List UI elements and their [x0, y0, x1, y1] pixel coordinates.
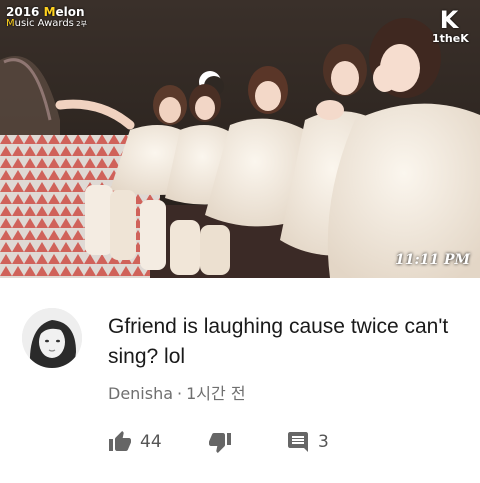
thumbs-up-icon: [109, 431, 131, 451]
comment-time: 1시간 전: [186, 384, 246, 403]
video-timestamp: 11:11 PM: [394, 252, 470, 268]
reply-count: 3: [318, 432, 329, 452]
comment-icon: [288, 432, 308, 452]
channel-logo-glyph: K: [439, 6, 459, 34]
comment-text: Gfriend is laughing cause twice can't si…: [108, 315, 449, 368]
like-count: 44: [140, 432, 162, 452]
meta-separator: ·: [177, 384, 183, 403]
channel-logo-text: 1theK: [432, 32, 469, 45]
avatar-image: [22, 308, 82, 368]
comment-item: Gfriend is laughing cause twice can't si…: [0, 278, 480, 483]
channel-logo: K 1theK: [432, 6, 469, 45]
video-frame: [0, 0, 480, 278]
event-logo: 2016 Melon Music Awards 2부: [6, 5, 88, 29]
like-button[interactable]: 44: [108, 428, 162, 456]
reply-button[interactable]: 3: [286, 428, 329, 456]
thumbs-down-icon: [209, 433, 231, 453]
dislike-button[interactable]: [208, 428, 232, 456]
avatar[interactable]: [22, 308, 82, 368]
comment-meta: Denisha · 1시간 전: [108, 380, 246, 404]
comment-author[interactable]: Denisha: [108, 384, 173, 403]
video-player[interactable]: 2016 Melon Music Awards 2부 K 1theK 11:11…: [0, 0, 480, 278]
